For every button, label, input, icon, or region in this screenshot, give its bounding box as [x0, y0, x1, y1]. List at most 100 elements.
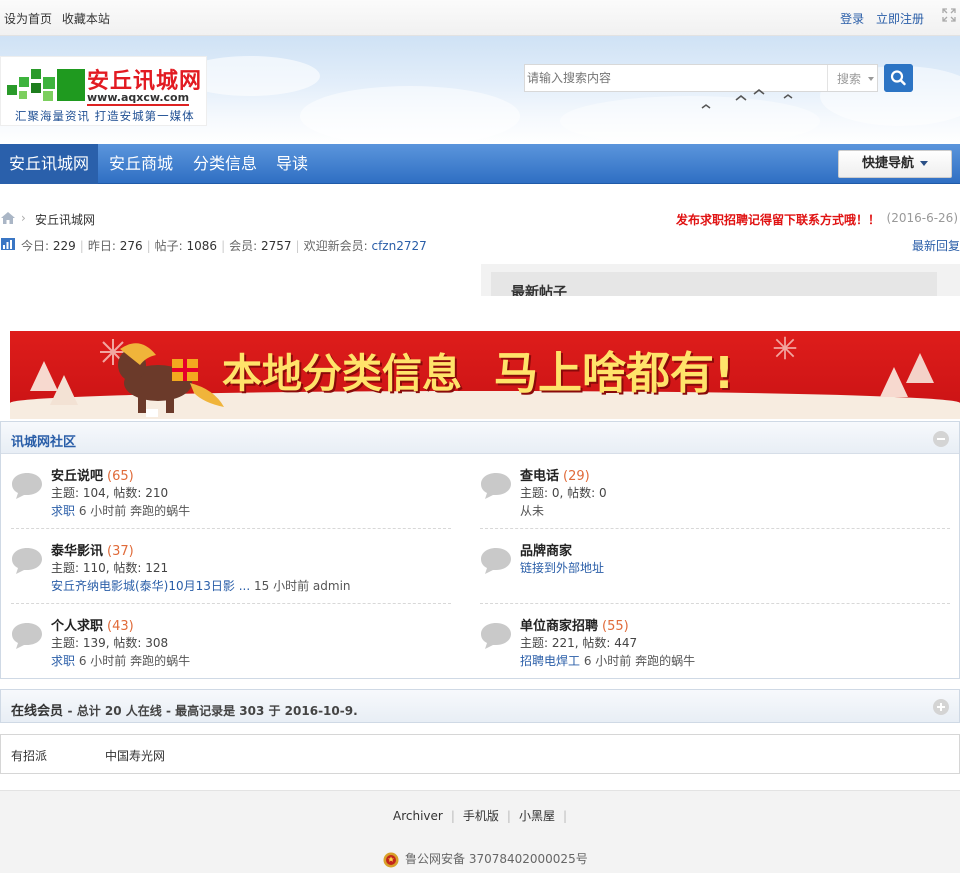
- board-last-post: 安丘齐纳电影城(泰华)10月13日影 ... 15 小时前 admin: [51, 577, 351, 594]
- chat-bubble-icon: [12, 548, 42, 574]
- board-brand-merchants: 品牌商家 链接到外部地址: [480, 540, 920, 598]
- community-section: 讯城网社区 安丘说吧 (65) 主题: 104, 帖数: 210 求职 6 小时前…: [0, 421, 960, 679]
- last-post-link[interactable]: 求职: [51, 654, 75, 668]
- nav-item-mall[interactable]: 安丘商城: [109, 144, 173, 184]
- last-post-link[interactable]: 求职: [51, 504, 75, 518]
- friend-link[interactable]: 中国寿光网: [105, 747, 165, 764]
- online-summary: - 总计 20 人在线 - 最高记录是 303 于 2016-10-9.: [67, 704, 358, 718]
- footer: Archiver | 手机版 | 小黑屋 | 鲁公网安备 37078402000025号: [0, 790, 960, 873]
- announcement-date: (2016-6-26): [886, 211, 958, 225]
- board-meta: 主题: 0, 帖数: 0: [520, 486, 607, 500]
- last-post-link[interactable]: 招聘电焊工: [520, 654, 580, 668]
- external-link[interactable]: 链接到外部地址: [520, 561, 604, 575]
- board-anqiu-talk: 安丘说吧 (65) 主题: 104, 帖数: 210 求职 6 小时前 奔跑的蜗牛: [11, 465, 451, 523]
- last-post-time: 6 小时前: [78, 504, 127, 518]
- top-bar: 设为首页 收藏本站 登录 立即注册: [0, 0, 960, 36]
- board-last-post: 求职 6 小时前 奔跑的蜗牛: [51, 652, 190, 669]
- community-header: 讯城网社区: [1, 422, 959, 454]
- nav-item-classifieds[interactable]: 分类信息: [193, 144, 257, 184]
- board-name[interactable]: 泰华影讯: [51, 544, 103, 559]
- footer-link-blackroom[interactable]: 小黑屋: [519, 809, 555, 823]
- chat-bubble-icon: [12, 623, 42, 649]
- search-type-label: 搜索: [837, 72, 862, 86]
- logo-mark-icon: [7, 69, 85, 101]
- board-name[interactable]: 安丘说吧: [51, 469, 103, 484]
- board-meta: 主题: 221, 帖数: 447: [520, 636, 638, 650]
- breadcrumb-current[interactable]: 安丘讯城网: [35, 211, 95, 228]
- site-logo[interactable]: 安丘讯城网 www.aqxcw.com 汇聚海量资讯 打造安城第一媒体: [0, 56, 207, 126]
- home-icon[interactable]: [1, 212, 15, 224]
- board-today-count: (37): [107, 544, 134, 559]
- board-last-post: 招聘电焊工 6 小时前 奔跑的蜗牛: [520, 652, 695, 669]
- friend-link[interactable]: 有招派: [11, 747, 47, 764]
- search-button[interactable]: [884, 64, 913, 92]
- board-last-post: 求职 6 小时前 奔跑的蜗牛: [51, 502, 190, 519]
- online-title[interactable]: 在线会员: [11, 704, 63, 719]
- online-members-bar: 在线会员 - 总计 20 人在线 - 最高记录是 303 于 2016-10-9…: [0, 689, 960, 723]
- last-post-time: 6 小时前: [78, 654, 127, 668]
- chat-bubble-icon: [481, 548, 511, 574]
- board-name[interactable]: 单位商家招聘: [520, 619, 598, 634]
- promo-banner[interactable]: 本地分类信息 马上啥都有!: [10, 331, 960, 419]
- nav-item-home[interactable]: 安丘讯城网: [0, 144, 99, 184]
- last-post-user[interactable]: 奔跑的蜗牛: [130, 504, 190, 518]
- snowflake-icon: [773, 336, 797, 360]
- chat-bubble-icon: [481, 623, 511, 649]
- members-label: 会员:: [229, 239, 258, 253]
- board-name[interactable]: 个人求职: [51, 619, 103, 634]
- footer-link-archiver[interactable]: Archiver: [393, 809, 443, 823]
- posts-label: 帖子:: [154, 239, 183, 253]
- yesterday-count: 276: [119, 239, 143, 253]
- fullscreen-icon[interactable]: [942, 8, 956, 22]
- new-member-link[interactable]: cfzn2727: [371, 239, 426, 253]
- chevron-down-icon: [868, 77, 874, 81]
- board-business-hiring: 单位商家招聘 (55) 主题: 221, 帖数: 447 招聘电焊工 6 小时前 …: [480, 615, 920, 673]
- community-title[interactable]: 讯城网社区: [11, 431, 76, 450]
- footer-links: Archiver | 手机版 | 小黑屋 |: [392, 809, 567, 823]
- bookmark-link[interactable]: 收藏本站: [62, 12, 110, 26]
- footer-link-mobile[interactable]: 手机版: [463, 809, 499, 823]
- main-nav: 安丘讯城网 安丘商城 分类信息 导读: [0, 144, 960, 184]
- quick-nav-label: 快捷导航: [861, 156, 914, 171]
- board-name[interactable]: 品牌商家: [520, 544, 572, 559]
- board-phone-lookup: 查电话 (29) 主题: 0, 帖数: 0 从未: [480, 465, 920, 523]
- last-post-link[interactable]: 安丘齐纳电影城(泰华)10月13日影 ...: [51, 579, 250, 593]
- chevron-down-icon: [920, 161, 928, 166]
- nav-item-guide[interactable]: 导读: [276, 144, 308, 184]
- police-badge-icon: [383, 852, 399, 867]
- register-link[interactable]: 立即注册: [876, 12, 924, 26]
- last-post-user[interactable]: admin: [313, 579, 351, 593]
- banner-text-primary: 本地分类信息: [222, 351, 462, 397]
- friend-links: 有招派 中国寿光网: [0, 734, 960, 774]
- board-meta: 主题: 104, 帖数: 210: [51, 486, 169, 500]
- expand-icon[interactable]: [933, 699, 949, 715]
- chat-bubble-icon: [481, 473, 511, 499]
- board-last-post: 从未: [520, 502, 544, 519]
- last-post-user[interactable]: 奔跑的蜗牛: [635, 654, 695, 668]
- board-job-seeking: 个人求职 (43) 主题: 139, 帖数: 308 求职 6 小时前 奔跑的蜗牛: [11, 615, 451, 673]
- board-today-count: (55): [602, 619, 629, 634]
- board-name[interactable]: 查电话: [520, 469, 559, 484]
- board-meta: 链接到外部地址: [520, 559, 604, 576]
- quick-nav-button[interactable]: 快捷导航: [838, 150, 952, 178]
- posts-count: 1086: [186, 239, 218, 253]
- stats-line: 今日: 229 | 昨日: 276 | 帖子: 1086 | 会员: 2757 | 欢迎新会员:…: [21, 239, 427, 253]
- login-link[interactable]: 登录: [840, 12, 864, 26]
- board-today-count: (43): [107, 619, 134, 634]
- new-posts-panel: 最新帖子: [480, 264, 960, 324]
- last-post-user[interactable]: 奔跑的蜗牛: [130, 654, 190, 668]
- account-links: 登录 立即注册: [832, 10, 924, 27]
- welcome-label: 欢迎新会员:: [303, 239, 368, 253]
- board-today-count: (65): [107, 469, 134, 484]
- last-post-time: 15 小时前: [254, 579, 310, 593]
- latest-reply-link[interactable]: 最新回复: [912, 237, 960, 254]
- announcement-link[interactable]: 发布求职招聘记得留下联系方式哦！！: [676, 211, 880, 228]
- today-count: 229: [52, 239, 76, 253]
- bar-chart-icon: [1, 238, 15, 250]
- board-meta: 主题: 110, 帖数: 121: [51, 561, 169, 575]
- members-count: 2757: [261, 239, 292, 253]
- police-record[interactable]: 鲁公网安备 37078402000025号: [383, 850, 588, 868]
- search-type-select[interactable]: 搜索: [827, 65, 877, 91]
- collapse-icon[interactable]: [933, 431, 949, 447]
- set-home-link[interactable]: 设为首页: [4, 12, 52, 26]
